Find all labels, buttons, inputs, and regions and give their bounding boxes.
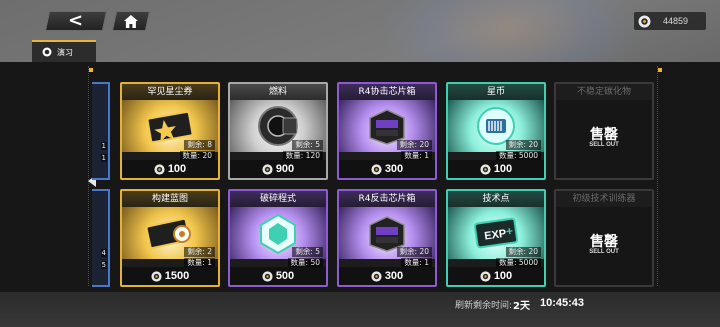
item-price: 100 bbox=[448, 267, 544, 285]
sold-out-label-en: SELL OUT bbox=[589, 249, 619, 255]
shop-coin-icon bbox=[480, 270, 491, 282]
shop-coin-icon bbox=[262, 270, 273, 282]
shop-item-card[interactable]: 星币 剩余: 20 数量: 5000 100 bbox=[446, 82, 546, 180]
item-price: 300 bbox=[339, 267, 435, 285]
price-value: 900 bbox=[275, 163, 295, 175]
rail-tick bbox=[89, 68, 93, 72]
item-price: 300 bbox=[339, 160, 435, 178]
item-title: 燃料 bbox=[230, 84, 326, 100]
bottom-bar bbox=[0, 292, 720, 327]
home-button[interactable] bbox=[111, 11, 151, 31]
refresh-countdown: 10:45:43 bbox=[540, 297, 585, 309]
item-remaining: 剩余: 2 bbox=[184, 247, 215, 257]
item-remaining: 剩余: 5 bbox=[292, 140, 323, 150]
item-remaining: 剩余: 5 bbox=[292, 247, 323, 257]
home-icon bbox=[124, 14, 138, 28]
item-title: R4协击芯片箱 bbox=[339, 84, 435, 100]
item-title: 初级技术训练器 bbox=[556, 191, 652, 207]
item-price: 100 bbox=[122, 160, 218, 178]
right-rail bbox=[657, 66, 663, 286]
shop-coin-icon bbox=[262, 163, 273, 175]
item-title: 罕见星尘券 bbox=[122, 84, 218, 100]
back-arrow-icon: < bbox=[68, 10, 84, 31]
shop-item-card[interactable]: 技术点 EXP + 剩余: 20 数量: 5000 100 bbox=[446, 189, 546, 287]
target-icon bbox=[42, 47, 52, 57]
sold-out-label: 售罄 bbox=[590, 234, 618, 250]
shop-item-card-sold-out[interactable]: 初级技术训练器 售罄 SELL OUT bbox=[554, 189, 654, 287]
tab-exercise[interactable]: 演习 bbox=[32, 40, 96, 62]
shop-coin-icon bbox=[371, 270, 382, 282]
shop-item-card[interactable]: 破碎程式 剩余: 5 数量: 50 500 bbox=[228, 189, 328, 287]
sold-out-label-en: SELL OUT bbox=[589, 142, 619, 148]
item-remaining: 剩余: 8 bbox=[184, 140, 215, 150]
partial-qty: 1 bbox=[100, 154, 107, 162]
back-button[interactable]: < bbox=[44, 10, 108, 31]
item-price: 1500 bbox=[122, 267, 218, 285]
partial-card[interactable]: 1 1 bbox=[92, 82, 110, 180]
sold-out-label: 售罄 bbox=[590, 127, 618, 143]
item-title: 星币 bbox=[448, 84, 544, 100]
price-value: 300 bbox=[384, 270, 404, 282]
currency-display: 44859 bbox=[634, 12, 706, 30]
shop-coin-icon bbox=[151, 270, 162, 282]
item-title: 破碎程式 bbox=[230, 191, 326, 207]
shop-coin-icon bbox=[480, 163, 491, 175]
item-title: 不稳定碳化物 bbox=[556, 84, 652, 100]
currency-amount: 44859 bbox=[663, 16, 689, 26]
shop-coin-icon bbox=[371, 163, 382, 175]
top-bar: < 44859 bbox=[0, 0, 720, 62]
item-remaining: 剩余: 20 bbox=[505, 247, 541, 257]
partial-card[interactable]: 4 5 bbox=[92, 189, 110, 287]
shop-item-card[interactable]: R4反击芯片箱 剩余: 20 数量: 1 300 bbox=[337, 189, 437, 287]
item-title: 构建蓝图 bbox=[122, 191, 218, 207]
item-price: 900 bbox=[230, 160, 326, 178]
shop-item-card[interactable]: R4协击芯片箱 剩余: 20 数量: 1 300 bbox=[337, 82, 437, 180]
price-value: 100 bbox=[493, 163, 513, 175]
tab-label: 演习 bbox=[57, 47, 73, 57]
item-title: R4反击芯片箱 bbox=[339, 191, 435, 207]
shop-item-card[interactable]: 燃料 剩余: 5 数量: 120 900 bbox=[228, 82, 328, 180]
price-value: 1500 bbox=[164, 270, 190, 282]
price-value: 100 bbox=[493, 270, 513, 282]
partial-remain: 1 bbox=[100, 142, 107, 150]
shop-item-card[interactable]: 构建蓝图 剩余: 2 数量: 1 1500 bbox=[120, 189, 220, 287]
refresh-days: 2天 bbox=[513, 301, 530, 312]
item-remaining: 剩余: 20 bbox=[505, 140, 541, 150]
partial-qty: 5 bbox=[100, 261, 107, 269]
item-remaining: 剩余: 20 bbox=[396, 140, 432, 150]
rail-tick bbox=[658, 68, 662, 72]
item-price: 100 bbox=[448, 160, 544, 178]
refresh-label: 刷新剩余时间: bbox=[455, 301, 513, 311]
shop-coin-icon bbox=[638, 15, 651, 27]
shop-item-card[interactable]: 罕见星尘券 剩余: 8 数量: 20 100 bbox=[120, 82, 220, 180]
price-value: 500 bbox=[275, 270, 295, 282]
shop-item-card-sold-out[interactable]: 不稳定碳化物 售罄 SELL OUT bbox=[554, 82, 654, 180]
partial-remain: 4 bbox=[100, 249, 107, 257]
price-value: 100 bbox=[167, 163, 187, 175]
shop-coin-icon bbox=[154, 163, 165, 175]
item-price: 500 bbox=[230, 267, 326, 285]
item-remaining: 剩余: 20 bbox=[396, 247, 432, 257]
price-value: 300 bbox=[384, 163, 404, 175]
item-title: 技术点 bbox=[448, 191, 544, 207]
